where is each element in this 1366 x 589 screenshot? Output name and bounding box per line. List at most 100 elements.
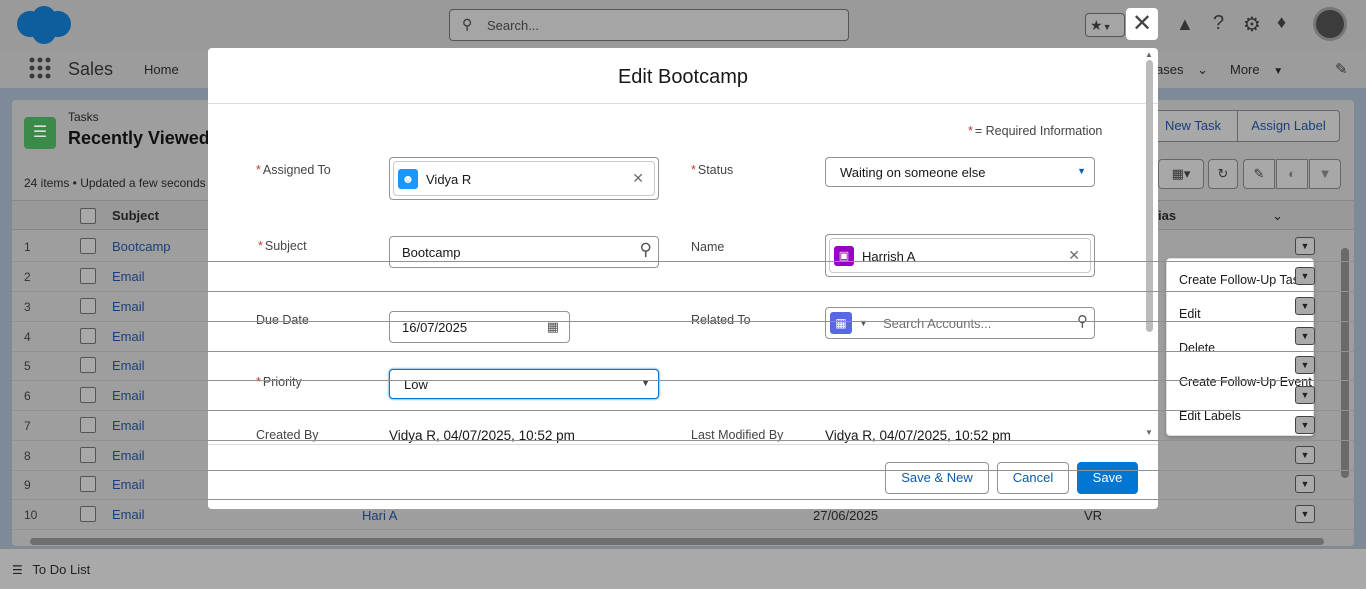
table-row — [12, 470, 1354, 500]
status-select[interactable]: Waiting on someone else ▼ — [825, 157, 1095, 187]
row-subject-link[interactable]: Email — [112, 329, 145, 344]
app-name: Sales — [68, 59, 114, 79]
row-number: 4 — [24, 330, 31, 344]
trailhead-icon[interactable]: ▲ — [1176, 14, 1194, 35]
new-task-label: New Task — [1164, 118, 1222, 133]
chart-button[interactable]: ◐ — [1276, 159, 1308, 189]
row-number: 3 — [24, 300, 31, 314]
new-task-button[interactable]: New Task — [1148, 110, 1238, 142]
row-actions-button[interactable]: ▼ — [1295, 297, 1315, 315]
row-subject-link[interactable]: Email — [112, 477, 145, 492]
row-checkbox[interactable] — [80, 328, 96, 344]
gear-icon[interactable]: ⚙ — [1243, 12, 1261, 37]
assigned-to-field[interactable]: ☻ Vidya R ✕ — [389, 157, 659, 200]
row-checkbox[interactable] — [80, 298, 96, 314]
row-subject-link[interactable]: Email — [112, 299, 145, 314]
row-checkbox[interactable] — [80, 417, 96, 433]
row-actions-button[interactable]: ▼ — [1295, 505, 1315, 523]
favorites-button[interactable]: ★▼ — [1085, 13, 1125, 37]
salesforce-logo[interactable] — [14, 4, 74, 46]
modal-title: Edit Bootcamp — [208, 48, 1158, 104]
required-asterisk: * — [968, 124, 973, 138]
row-subject-link[interactable]: Email — [112, 388, 145, 403]
row-number: 1 — [24, 240, 31, 254]
list-status: 24 items • Updated a few seconds — [24, 176, 206, 190]
bell-icon[interactable]: ♦ — [1277, 12, 1286, 33]
table-row — [12, 322, 1354, 352]
column-header-subject[interactable]: Subject — [112, 208, 159, 223]
refresh-button[interactable]: ↻ — [1208, 159, 1238, 189]
row-checkbox[interactable] — [80, 506, 96, 522]
row-checkbox[interactable] — [80, 268, 96, 284]
table-row — [12, 351, 1354, 381]
row-actions-button[interactable]: ▼ — [1295, 356, 1315, 374]
column-header-alias-label: ias — [1158, 208, 1177, 223]
required-asterisk: * — [256, 163, 261, 177]
edit-nav-icon[interactable]: ✎ — [1335, 60, 1348, 78]
row-actions-button[interactable]: ▼ — [1295, 386, 1315, 404]
row-subject-link[interactable]: Email — [112, 358, 145, 373]
todo-list-label: To Do List — [32, 562, 91, 577]
display-as-button[interactable]: ▦▾ — [1158, 159, 1204, 189]
table-row — [12, 500, 1354, 530]
required-asterisk: * — [691, 163, 696, 177]
nav-item-cases[interactable]: ases ⌄ — [1156, 62, 1208, 78]
required-info-text: = Required Information — [974, 124, 1103, 138]
nav-item-more-label: More — [1230, 62, 1260, 77]
chevron-down-icon: ▼ — [1077, 166, 1086, 176]
row-number: 9 — [24, 478, 31, 492]
close-modal-button[interactable]: ✕ — [1126, 8, 1158, 40]
chevron-down-icon: ▼ — [1273, 66, 1284, 77]
scroll-up-icon[interactable]: ▲ — [1145, 50, 1153, 59]
nav-item-more[interactable]: More ▼ — [1230, 62, 1283, 77]
user-icon: ☻ — [398, 169, 418, 189]
row-checkbox[interactable] — [80, 387, 96, 403]
edit-list-button[interactable]: ✎ — [1243, 159, 1275, 189]
assign-label-label: Assign Label — [1251, 118, 1326, 133]
row-checkbox[interactable] — [80, 238, 96, 254]
chevron-down-icon: ⌄ — [1272, 208, 1283, 223]
todo-list-item[interactable]: ☰ To Do List — [12, 562, 90, 577]
row-subject-link[interactable]: Bootcamp — [112, 239, 171, 254]
search-placeholder: Search... — [487, 18, 540, 33]
select-all-checkbox[interactable] — [80, 208, 96, 224]
list-view-name[interactable]: Recently Viewed — [68, 128, 210, 149]
column-header-alias[interactable]: ias ⌄ — [1158, 208, 1283, 224]
app-launcher-icon[interactable] — [28, 56, 52, 80]
row-actions-button[interactable]: ▼ — [1295, 475, 1315, 493]
status-label: * Status — [691, 163, 733, 177]
row-subject-link[interactable]: Email — [112, 269, 145, 284]
clear-icon[interactable]: ✕ — [632, 170, 644, 187]
row-checkbox[interactable] — [80, 357, 96, 373]
row-actions-button[interactable]: ▼ — [1295, 446, 1315, 464]
nav-item-home[interactable]: Home — [144, 62, 179, 77]
required-info-legend: * = Required Information — [968, 124, 1102, 138]
tasks-object-icon: ☰ — [24, 117, 56, 149]
filter-button[interactable]: ▼ — [1309, 159, 1341, 189]
global-search[interactable]: ⚲ Search... — [449, 9, 849, 41]
table-row — [12, 262, 1354, 292]
horizontal-scrollbar[interactable] — [30, 538, 1324, 545]
assigned-to-value: Vidya R — [426, 172, 472, 187]
row-actions-button[interactable]: ▼ — [1295, 416, 1315, 434]
row-number: 10 — [24, 508, 38, 522]
avatar[interactable] — [1313, 7, 1347, 41]
table-row — [12, 292, 1354, 322]
row-checkbox[interactable] — [80, 476, 96, 492]
chevron-down-icon: ⌄ — [1197, 62, 1208, 77]
search-icon: ⚲ — [462, 16, 473, 32]
row-actions-button[interactable]: ▼ — [1295, 327, 1315, 345]
row-subject-link[interactable]: Email — [112, 418, 145, 433]
row-subject-link[interactable]: Email — [112, 448, 145, 463]
assign-label-button[interactable]: Assign Label — [1237, 110, 1340, 142]
row-subject-link[interactable]: Email — [112, 507, 145, 522]
row-number: 8 — [24, 449, 31, 463]
assigned-to-pill[interactable]: ☻ Vidya R ✕ — [393, 161, 655, 196]
row-checkbox[interactable] — [80, 447, 96, 463]
row-number: 6 — [24, 389, 31, 403]
row-actions-button[interactable]: ▼ — [1295, 267, 1315, 285]
todo-list-icon: ☰ — [12, 563, 23, 577]
row-actions-button[interactable]: ▼ — [1295, 237, 1315, 255]
help-icon[interactable]: ? — [1213, 12, 1224, 35]
row-number: 7 — [24, 419, 31, 433]
